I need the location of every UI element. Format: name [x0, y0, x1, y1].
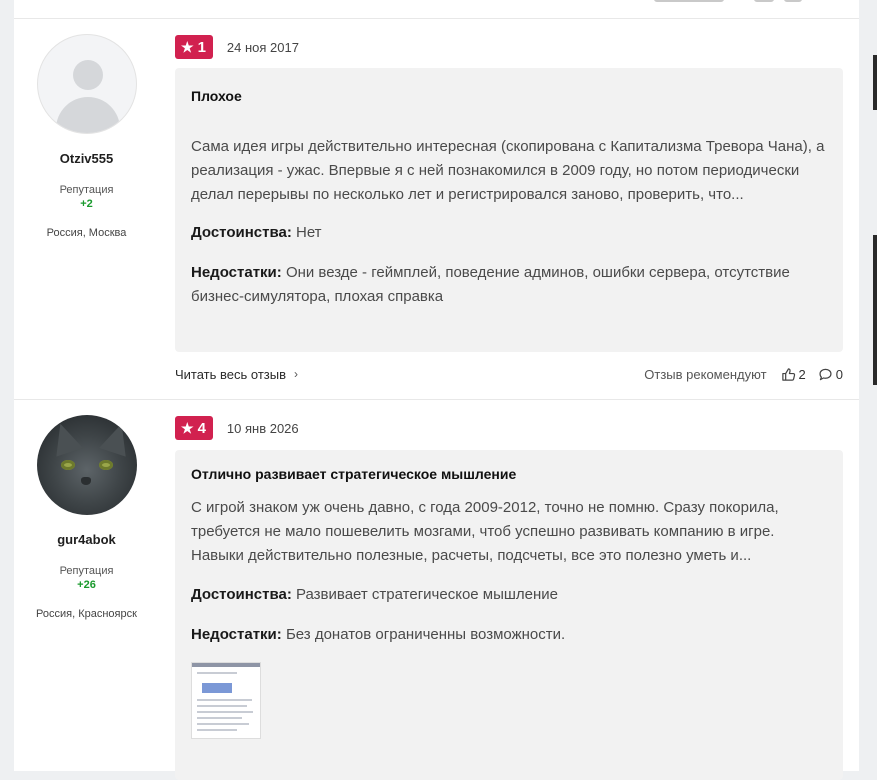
recommend-label: Отзыв рекомендуют	[644, 366, 767, 382]
scrollbar-thumb[interactable]	[873, 235, 877, 385]
reviews-page: Otziv555 Репутация +2 Россия, Москва ★ 1…	[14, 0, 859, 780]
review-meta: ★ 4 10 янв 2026	[175, 416, 299, 440]
scrollbar-fragment	[873, 55, 877, 110]
pros-label: Достоинства:	[191, 224, 292, 241]
rating-badge: ★ 4	[175, 416, 213, 440]
reputation-label: Репутация	[59, 184, 114, 196]
review-pros: Достоинства: Нет	[191, 221, 827, 245]
review-pros: Достоинства: Развивает стратегическое мы…	[191, 583, 827, 607]
rating-badge: ★ 1	[175, 35, 213, 59]
review-meta: ★ 1 24 ноя 2017	[175, 35, 299, 59]
comment-count: 0	[835, 366, 843, 382]
author-name[interactable]: gur4abok	[14, 532, 159, 547]
pros-text: Нет	[296, 224, 322, 241]
like-count: 2	[798, 366, 806, 382]
previous-review-footer	[14, 0, 859, 19]
review-title[interactable]: Отлично развивает стратегическое мышлени…	[191, 466, 827, 482]
cons-label: Недостатки:	[191, 626, 282, 643]
cons-label: Недостатки:	[191, 264, 282, 281]
review-text: С игрой знаком уж очень давно, с года 20…	[191, 499, 779, 564]
comments-button[interactable]: 0	[818, 367, 843, 382]
avatar[interactable]	[36, 34, 137, 134]
review-card: Otziv555 Репутация +2 Россия, Москва ★ 1…	[14, 19, 859, 400]
star-icon: ★	[181, 39, 194, 55]
author-location: Россия, Москва	[46, 227, 127, 239]
review-author: gur4abok Репутация +26 Россия, Красноярс…	[14, 400, 159, 622]
review-cons: Недостатки: Без донатов ограниченны возм…	[191, 623, 827, 647]
cons-text: Без донатов ограниченны возможности.	[285, 626, 566, 643]
review-text: Сама идея игры действительно интересная …	[191, 138, 825, 203]
thumbs-up-icon	[781, 367, 795, 381]
review-screenshot-thumbnail[interactable]	[191, 662, 261, 739]
reputation-value: +26	[77, 579, 96, 591]
review-author: Otziv555 Репутация +2 Россия, Москва	[14, 19, 159, 241]
star-icon: ★	[181, 420, 194, 436]
review-cons: Недостатки: Они везде - геймплей, поведе…	[191, 261, 827, 309]
review-content: Отлично развивает стратегическое мышлени…	[175, 450, 843, 780]
like-button[interactable]: 2	[781, 367, 806, 382]
review-footer: Читать весь отзыв › Отзыв рекомендуют 2 …	[175, 363, 843, 385]
review-date: 24 ноя 2017	[226, 39, 299, 55]
review-date: 10 янв 2026	[226, 420, 299, 436]
user-placeholder-icon	[72, 60, 103, 90]
rating-value: 4	[197, 419, 206, 437]
review-title[interactable]: Плохое	[191, 88, 827, 104]
read-full-review-label: Читать весь отзыв	[175, 366, 287, 382]
pros-text: Развивает стратегическое мышление	[296, 586, 559, 603]
review-card: gur4abok Репутация +26 Россия, Красноярс…	[14, 400, 859, 780]
rating-value: 1	[197, 38, 206, 56]
reputation-label: Репутация	[59, 565, 114, 577]
read-full-review-link[interactable]: Читать весь отзыв ›	[175, 367, 298, 382]
pros-label: Достоинства:	[191, 586, 292, 603]
reputation-value: +2	[80, 198, 93, 210]
author-name[interactable]: Otziv555	[14, 151, 159, 166]
avatar[interactable]	[36, 415, 137, 515]
author-location: Россия, Красноярск	[36, 608, 137, 620]
comment-icon	[819, 368, 832, 380]
chevron-right-icon: ›	[294, 367, 299, 381]
review-content: Плохое Сама идея игры действительно инте…	[175, 68, 843, 352]
